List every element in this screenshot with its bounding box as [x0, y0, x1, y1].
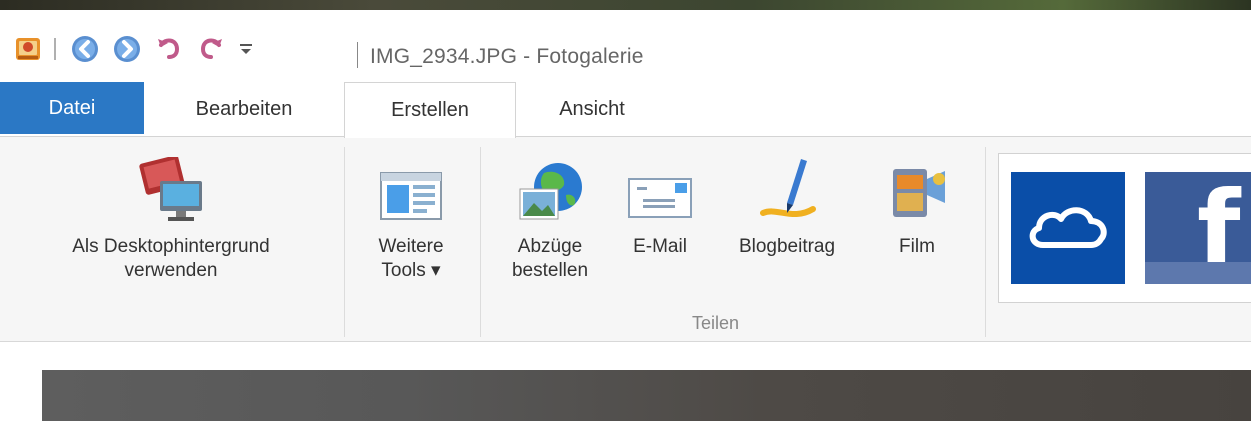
back-icon[interactable]	[70, 34, 100, 64]
more-tools-label: Weitere Tools ▾	[378, 236, 444, 281]
forward-icon[interactable]	[112, 34, 142, 64]
window-title: IMG_2934.JPG - Fotogalerie	[370, 45, 644, 68]
tab-datei[interactable]: Datei	[0, 82, 144, 134]
tab-bearbeiten[interactable]: Bearbeiten	[144, 82, 344, 136]
toolbar-divider	[54, 38, 56, 60]
globe-prints-icon	[514, 151, 586, 223]
desktop-background-icon	[128, 151, 214, 223]
order-prints-button[interactable]: Abzüge bestellen	[486, 151, 614, 283]
facebook-button[interactable]: f	[1145, 172, 1251, 284]
email-label: E-Mail	[633, 236, 687, 257]
title-bar: IMG_2934.JPG - Fotogalerie	[0, 10, 1251, 80]
photo-gallery-app-icon[interactable]	[14, 34, 44, 64]
photo-viewer	[0, 342, 1251, 421]
onedrive-cloud-icon	[1025, 201, 1111, 256]
undo-icon[interactable]	[154, 34, 184, 64]
share-group-label: Teilen	[692, 313, 740, 333]
title-divider	[357, 42, 358, 68]
ribbon-panel: Als Desktophintergrund verwenden Weitere…	[0, 136, 1251, 342]
email-icon	[627, 151, 693, 223]
photo-image[interactable]	[42, 370, 1251, 421]
onedrive-button[interactable]	[1011, 172, 1125, 284]
customize-dropdown-icon[interactable]	[238, 34, 254, 64]
ribbon-divider	[480, 147, 481, 337]
film-icon	[885, 151, 949, 223]
order-prints-label: Abzüge bestellen	[511, 236, 589, 281]
desktop-background-label: Als Desktophintergrund verwenden	[72, 236, 270, 281]
quick-access-toolbar	[14, 32, 264, 66]
share-services-gallery: f	[998, 153, 1251, 303]
tools-window-icon	[379, 151, 443, 223]
more-tools-button[interactable]: Weitere Tools ▾	[352, 151, 470, 283]
movie-label: Film	[899, 236, 935, 257]
movie-button[interactable]: Film	[872, 151, 962, 259]
desktop-background-button[interactable]: Als Desktophintergrund verwenden	[6, 151, 336, 283]
blog-post-label: Blogbeitrag	[738, 236, 836, 257]
blog-post-button[interactable]: Blogbeitrag	[706, 151, 868, 259]
tab-erstellen[interactable]: Erstellen	[344, 82, 516, 138]
window-top-edge	[0, 0, 1251, 10]
ribbon-tab-strip: Datei Bearbeiten Erstellen Ansicht	[0, 82, 1251, 138]
email-button[interactable]: E-Mail	[614, 151, 706, 259]
tab-ansicht[interactable]: Ansicht	[516, 82, 668, 136]
ribbon-divider	[344, 147, 345, 337]
redo-icon[interactable]	[196, 34, 226, 64]
blog-pen-icon	[757, 151, 817, 223]
ribbon-divider	[985, 147, 986, 337]
facebook-f-icon: f	[1197, 172, 1241, 284]
